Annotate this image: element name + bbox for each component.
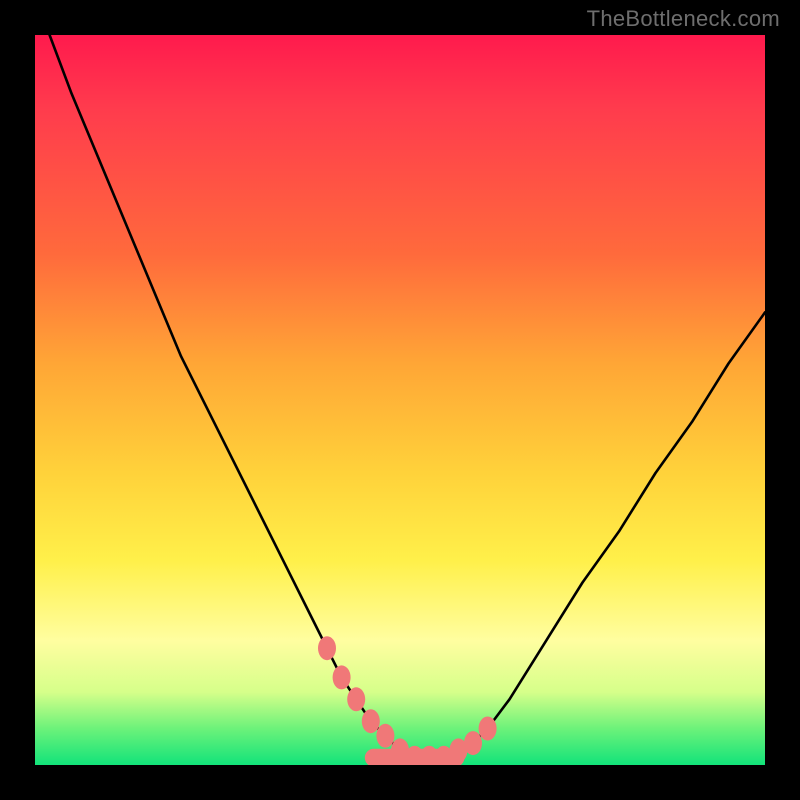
marker-dot bbox=[318, 636, 336, 660]
marker-dot bbox=[362, 709, 380, 733]
marker-dot bbox=[479, 717, 497, 741]
chart-svg bbox=[35, 35, 765, 765]
bottleneck-curve bbox=[50, 35, 765, 758]
watermark-text: TheBottleneck.com bbox=[587, 6, 780, 32]
marker-pill bbox=[365, 749, 465, 765]
marker-dot bbox=[464, 731, 482, 755]
curve-group bbox=[50, 35, 765, 758]
marker-dot bbox=[376, 724, 394, 748]
markers-group bbox=[318, 636, 497, 765]
chart-frame: TheBottleneck.com bbox=[0, 0, 800, 800]
plot-area bbox=[35, 35, 765, 765]
marker-dot bbox=[333, 665, 351, 689]
marker-dot bbox=[347, 687, 365, 711]
